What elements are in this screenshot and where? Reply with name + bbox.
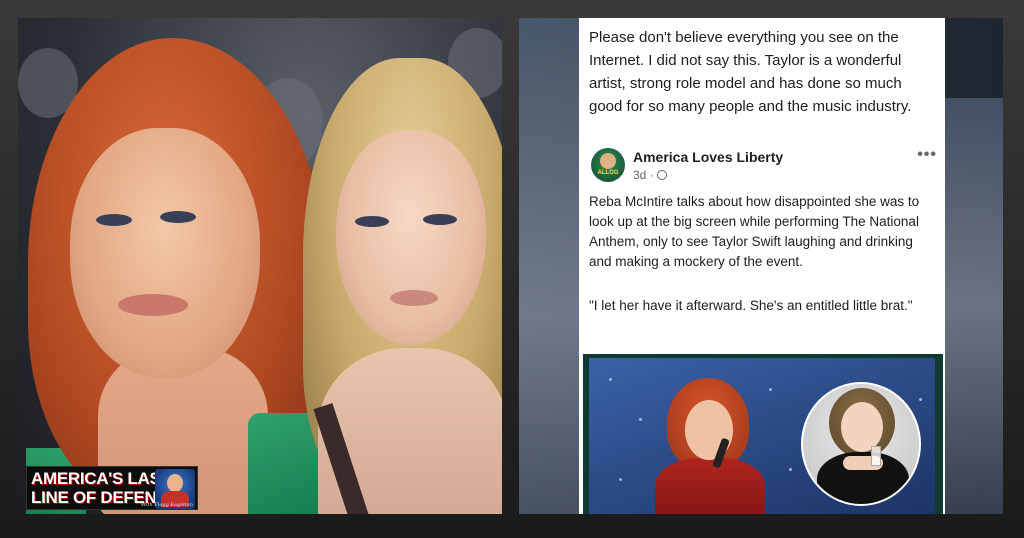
mascot-face [167,474,183,492]
post-quote-text: "I let her have it afterward. She's an e… [589,298,913,313]
stage-light [769,388,772,391]
globe-icon [656,170,667,180]
stage-light [789,468,792,471]
page-avatar[interactable]: ALLOG [591,148,625,182]
logo-title-line1: AMERICA'S LAST [31,469,171,488]
post-image[interactable] [583,354,943,514]
stage-light [609,378,612,381]
stage-light [639,418,642,421]
avatar-face [600,153,616,169]
facebook-post-card: Please don't believe everything you see … [579,18,945,514]
ellipsis-icon[interactable]: ••• [917,146,937,164]
inset-face [841,402,883,452]
post-body-text: Reba McIntire talks about how disappoint… [589,194,920,269]
face-right [336,130,486,345]
post-time: 3d · [633,168,654,182]
post-timestamp[interactable]: 3d · [633,168,667,182]
image-frame: AMERICA'S LAST LINE OF DEFENSE With Flag… [0,0,1024,538]
eye [160,211,196,223]
background-blur [519,18,579,514]
denial-quote: Please don't believe everything you see … [589,29,912,115]
eye [96,214,132,226]
drink-glass [871,446,881,466]
eye [355,216,389,227]
post-header: ALLOG America Loves Liberty 3d · ••• [589,146,939,186]
stage-light [619,478,622,481]
page-name-link[interactable]: America Loves Liberty [633,149,783,165]
left-photo [18,18,502,514]
avatar-label: ALLOG [597,170,619,176]
right-panel: Please don't believe everything you see … [519,18,1003,514]
stage-light [919,398,922,401]
inset-circle-photo [801,382,921,506]
smile [118,294,188,316]
eye [423,214,457,225]
background-blur [943,98,1003,514]
lips [390,290,438,306]
post-image-content [589,358,935,514]
site-logo: AMERICA'S LAST LINE OF DEFENSE With Flag… [26,466,198,510]
red-jacket [655,458,765,514]
logo-tagline: With Flagg Eagleton [140,502,193,508]
face-left [70,128,260,378]
